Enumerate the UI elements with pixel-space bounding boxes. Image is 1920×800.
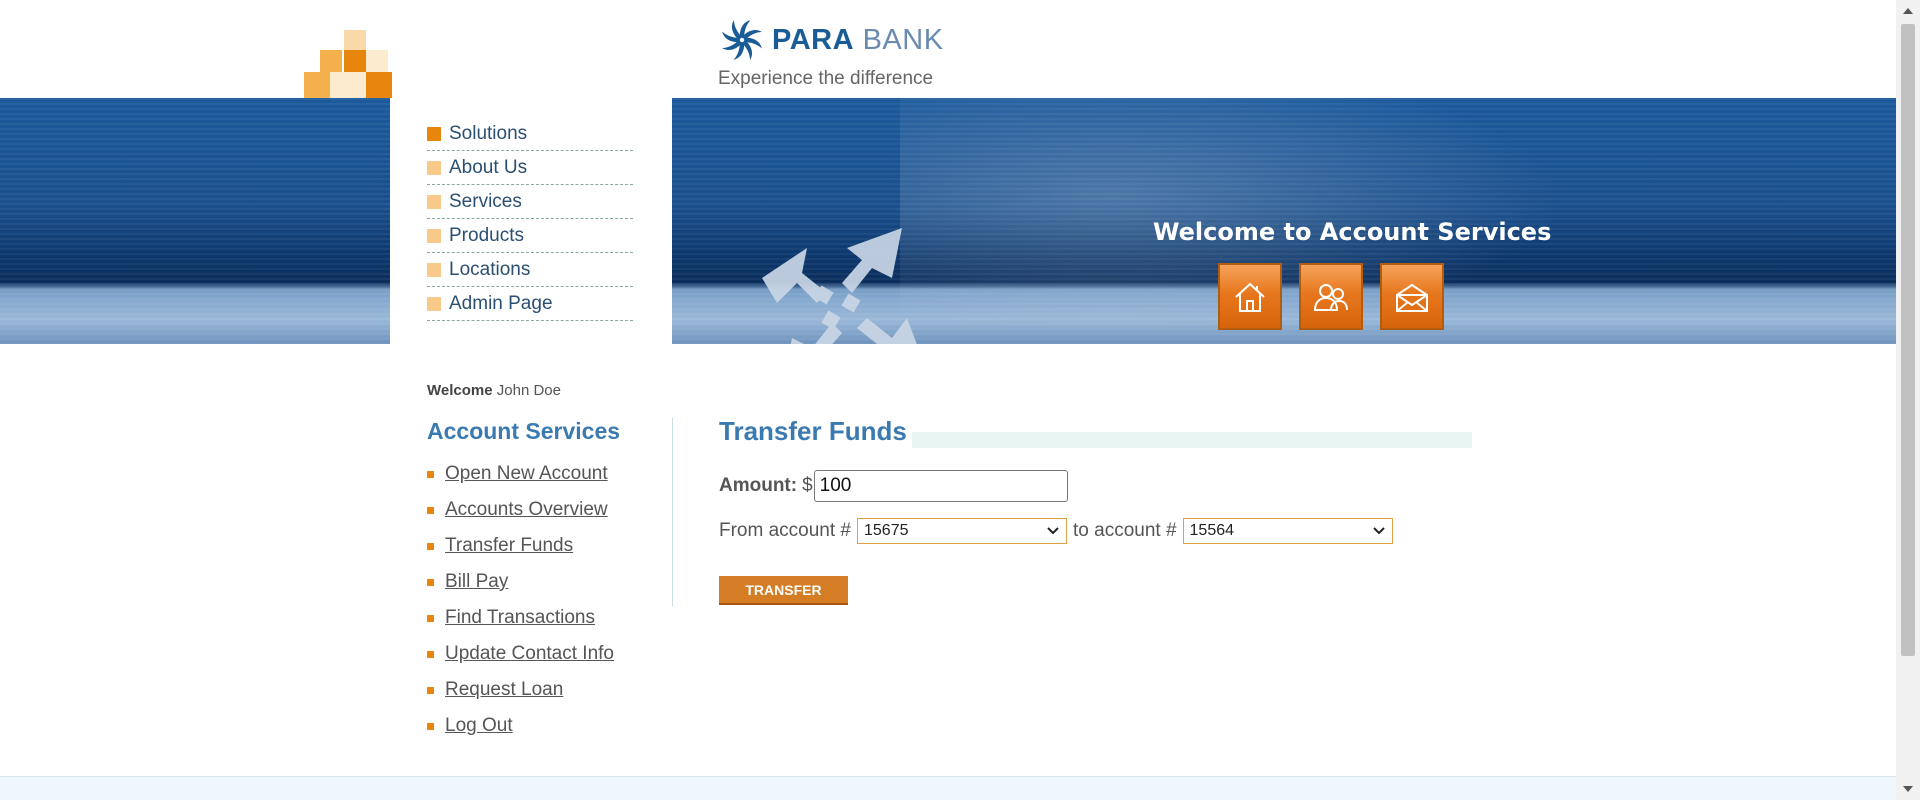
decorative-blocks: [304, 28, 392, 98]
menu-item-products[interactable]: Products: [427, 219, 633, 253]
page-scrollbar[interactable]: [1896, 0, 1920, 800]
bullet-icon: [427, 578, 434, 586]
menu-item-label[interactable]: Services: [449, 191, 522, 213]
bullet-icon: [427, 228, 441, 243]
to-account-select[interactable]: 15564: [1182, 518, 1393, 544]
menu-item-solutions[interactable]: Solutions: [427, 117, 633, 151]
about-button[interactable]: [1299, 263, 1363, 330]
from-account-value: 15675: [864, 522, 909, 539]
currency-symbol: $: [802, 475, 813, 496]
list-item: Accounts Overview: [427, 492, 614, 528]
bullet-icon: [427, 160, 441, 175]
banner-welcome-text: Welcome to Account Services: [1153, 218, 1552, 246]
account-services-menu: Open New Account Accounts Overview Trans…: [427, 456, 614, 744]
list-item: Transfer Funds: [427, 528, 614, 564]
column-divider: [672, 418, 673, 606]
bill-pay-link[interactable]: Bill Pay: [445, 571, 508, 593]
transfer-funds-link[interactable]: Transfer Funds: [445, 535, 573, 557]
amount-input[interactable]: [813, 470, 1068, 502]
bullet-icon: [427, 194, 441, 209]
home-icon: [1235, 282, 1265, 312]
scroll-up-icon[interactable]: [1903, 8, 1913, 14]
main-menu: Solutions About Us Services Products Loc…: [427, 117, 633, 321]
main-menu-panel: Solutions About Us Services Products Loc…: [390, 98, 672, 368]
bullet-icon: [427, 126, 441, 141]
bullet-icon: [427, 542, 434, 550]
transfer-button[interactable]: TRANSFER: [719, 576, 848, 605]
to-account-value: 15564: [1189, 522, 1235, 539]
amount-label: Amount:: [719, 475, 798, 496]
request-loan-link[interactable]: Request Loan: [445, 679, 563, 701]
from-account-label: From account #: [719, 520, 851, 541]
menu-item-label[interactable]: Admin Page: [449, 293, 553, 315]
banner-arrows-graphic: [762, 228, 917, 344]
envelope-icon: [1396, 283, 1428, 312]
header-banner: Welcome to Account Services: [0, 98, 1896, 344]
scroll-down-icon[interactable]: [1903, 786, 1913, 792]
list-item: Bill Pay: [427, 564, 614, 600]
list-item: Open New Account: [427, 456, 614, 492]
bullet-icon: [427, 470, 434, 478]
tagline: Experience the difference: [718, 68, 934, 89]
bullet-icon: [427, 686, 434, 694]
bullet-icon: [427, 722, 434, 730]
home-button[interactable]: [1218, 263, 1282, 330]
account-selection-row: From account # 15675 to account # 15564: [719, 518, 1399, 544]
header: PARA BANK Experience the difference: [0, 0, 1896, 98]
brand-name: PARA BANK: [772, 23, 944, 56]
from-account-select[interactable]: 15675: [857, 518, 1067, 544]
chevron-down-icon: [1047, 527, 1059, 535]
accounts-overview-link[interactable]: Accounts Overview: [445, 499, 608, 521]
find-transactions-link[interactable]: Find Transactions: [445, 607, 595, 629]
menu-item-about-us[interactable]: About Us: [427, 151, 633, 185]
to-account-label: to account #: [1073, 520, 1177, 541]
welcome-message: Welcome John Doe: [427, 382, 561, 399]
page-title: Transfer Funds: [719, 416, 907, 446]
open-new-account-link[interactable]: Open New Account: [445, 463, 608, 485]
menu-item-label[interactable]: Products: [449, 225, 524, 247]
amount-row: Amount: $: [719, 470, 1068, 502]
scroll-thumb[interactable]: [1901, 24, 1915, 656]
footer-strip: [0, 776, 1896, 800]
bullet-icon: [427, 650, 434, 658]
list-item: Request Loan: [427, 672, 614, 708]
list-item: Log Out: [427, 708, 614, 744]
chevron-down-icon: [1372, 527, 1385, 535]
update-contact-info-link[interactable]: Update Contact Info: [445, 643, 614, 665]
menu-item-admin-page[interactable]: Admin Page: [427, 287, 633, 321]
menu-item-label[interactable]: Solutions: [449, 123, 527, 145]
menu-item-services[interactable]: Services: [427, 185, 633, 219]
menu-item-locations[interactable]: Locations: [427, 253, 633, 287]
log-out-link[interactable]: Log Out: [445, 715, 513, 737]
parabank-logo-icon: [722, 20, 762, 60]
contact-button[interactable]: [1380, 263, 1444, 330]
bullet-icon: [427, 506, 434, 514]
account-services-title: Account Services: [427, 418, 621, 444]
menu-item-label[interactable]: Locations: [449, 259, 530, 281]
bullet-icon: [427, 296, 441, 311]
list-item: Update Contact Info: [427, 636, 614, 672]
menu-item-label[interactable]: About Us: [449, 157, 527, 179]
user-name: John Doe: [496, 382, 561, 399]
parabank-logo[interactable]: PARA BANK: [718, 16, 944, 64]
bullet-icon: [427, 614, 434, 622]
list-item: Find Transactions: [427, 600, 614, 636]
title-underline-bar: [912, 432, 1472, 448]
contact-icon: [1313, 283, 1348, 311]
bullet-icon: [427, 262, 441, 277]
